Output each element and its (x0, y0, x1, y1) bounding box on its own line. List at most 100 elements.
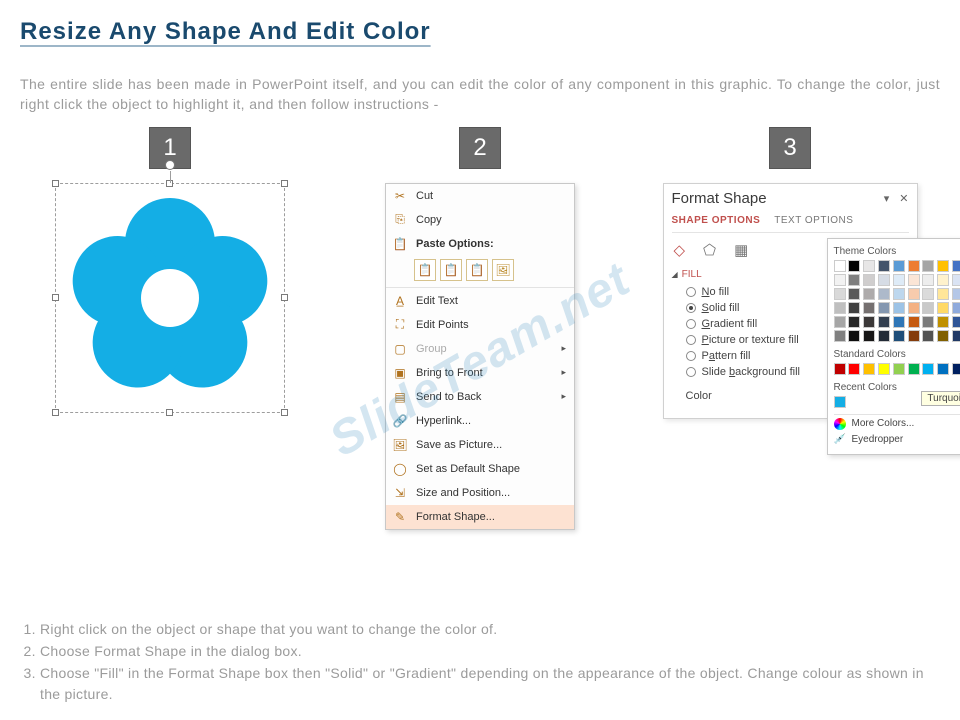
color-swatch[interactable] (893, 274, 905, 286)
fill-line-icon[interactable]: ◇ (674, 241, 686, 259)
color-swatch[interactable] (848, 274, 860, 286)
resize-handle[interactable] (166, 409, 173, 416)
paste-option-icon[interactable]: 📋 (466, 259, 488, 281)
color-swatch[interactable] (937, 316, 949, 328)
color-swatch[interactable] (834, 330, 846, 342)
more-colors[interactable]: More Colors... (834, 416, 960, 432)
color-swatch[interactable] (893, 288, 905, 300)
resize-handle[interactable] (52, 180, 59, 187)
size-props-icon[interactable]: ▦ (734, 241, 748, 259)
color-swatch[interactable] (922, 274, 934, 286)
color-swatch[interactable] (937, 288, 949, 300)
color-swatch[interactable] (952, 302, 960, 314)
resize-handle[interactable] (52, 294, 59, 301)
ctx-edit-text[interactable]: A̲Edit Text (386, 289, 574, 313)
ctx-group[interactable]: ▢Group▸ (386, 337, 574, 361)
selected-shape-box[interactable] (55, 183, 285, 413)
color-swatch[interactable] (863, 330, 875, 342)
ctx-size-position[interactable]: ⇲Size and Position... (386, 481, 574, 505)
ctx-copy[interactable]: ⎘Copy (386, 208, 574, 232)
color-swatch[interactable] (878, 288, 890, 300)
color-swatch[interactable] (952, 330, 960, 342)
color-swatch[interactable] (908, 260, 920, 272)
color-swatch[interactable] (878, 330, 890, 342)
color-swatch[interactable] (922, 330, 934, 342)
color-swatch[interactable] (878, 274, 890, 286)
color-swatch[interactable] (878, 260, 890, 272)
color-swatch[interactable] (834, 260, 846, 272)
color-swatch[interactable] (908, 274, 920, 286)
paste-option-icon[interactable]: 🖼 (492, 259, 514, 281)
color-swatch[interactable] (863, 260, 875, 272)
color-swatch[interactable] (834, 274, 846, 286)
ctx-save-picture[interactable]: 🖼Save as Picture... (386, 433, 574, 457)
color-swatch[interactable] (863, 274, 875, 286)
color-swatch[interactable] (908, 288, 920, 300)
color-swatch[interactable] (834, 302, 846, 314)
color-swatch[interactable] (893, 260, 905, 272)
color-swatch[interactable] (922, 316, 934, 328)
tab-text-options[interactable]: TEXT OPTIONS (774, 215, 853, 226)
color-swatch[interactable] (863, 363, 875, 375)
color-swatch[interactable] (893, 302, 905, 314)
color-swatch[interactable] (952, 260, 960, 272)
color-swatch[interactable] (908, 363, 920, 375)
color-swatch[interactable] (937, 274, 949, 286)
pane-header: Format Shape ▾ ✕ (672, 190, 909, 211)
ctx-format-shape[interactable]: ✎Format Shape... (386, 505, 574, 529)
rotate-handle[interactable] (165, 160, 175, 170)
close-icon[interactable]: ✕ (899, 192, 908, 205)
color-swatch[interactable] (893, 363, 905, 375)
ctx-hyperlink[interactable]: 🔗Hyperlink... (386, 409, 574, 433)
resize-handle[interactable] (281, 409, 288, 416)
color-swatch[interactable] (848, 330, 860, 342)
color-swatch[interactable] (863, 302, 875, 314)
color-swatch[interactable] (952, 363, 960, 375)
color-swatch[interactable] (922, 302, 934, 314)
color-swatch[interactable] (863, 316, 875, 328)
resize-handle[interactable] (281, 294, 288, 301)
color-swatch[interactable] (848, 260, 860, 272)
ctx-cut[interactable]: ✂Cut (386, 184, 574, 208)
color-swatch[interactable] (952, 288, 960, 300)
color-swatch[interactable] (922, 260, 934, 272)
color-swatch[interactable] (908, 302, 920, 314)
eyedropper[interactable]: 💉Eyedropper (834, 432, 960, 448)
color-swatch[interactable] (893, 330, 905, 342)
resize-handle[interactable] (52, 409, 59, 416)
color-swatch[interactable] (834, 316, 846, 328)
color-swatch[interactable] (952, 274, 960, 286)
color-swatch[interactable] (878, 363, 890, 375)
color-swatch[interactable] (937, 260, 949, 272)
color-swatch[interactable] (848, 288, 860, 300)
standard-colors-header: Standard Colors (834, 347, 960, 363)
tab-shape-options[interactable]: SHAPE OPTIONS (672, 215, 761, 226)
ctx-edit-points[interactable]: ⛶Edit Points (386, 313, 574, 337)
effects-icon[interactable]: ⬠ (703, 241, 716, 259)
resize-handle[interactable] (281, 180, 288, 187)
color-swatch[interactable] (834, 363, 846, 375)
color-swatch[interactable] (952, 316, 960, 328)
color-swatch[interactable] (834, 288, 846, 300)
color-swatch[interactable] (878, 316, 890, 328)
color-swatch[interactable] (937, 302, 949, 314)
color-swatch[interactable] (922, 288, 934, 300)
color-swatch[interactable] (937, 330, 949, 342)
color-swatch[interactable] (893, 316, 905, 328)
color-swatch[interactable] (922, 363, 934, 375)
color-swatch[interactable] (848, 302, 860, 314)
paste-option-icon[interactable]: 📋 (414, 259, 436, 281)
color-swatch[interactable] (863, 288, 875, 300)
color-swatch[interactable] (848, 363, 860, 375)
color-swatch[interactable] (908, 330, 920, 342)
color-swatch[interactable] (848, 316, 860, 328)
color-swatch[interactable] (834, 396, 846, 408)
chevron-down-icon[interactable]: ▾ (884, 192, 890, 205)
paste-option-icon[interactable]: 📋 (440, 259, 462, 281)
color-swatch[interactable] (878, 302, 890, 314)
color-swatch[interactable] (908, 316, 920, 328)
ctx-set-default[interactable]: ◯Set as Default Shape (386, 457, 574, 481)
color-swatch[interactable] (937, 363, 949, 375)
ctx-bring-front[interactable]: ▣Bring to Front▸ (386, 361, 574, 385)
ctx-send-back[interactable]: ▤Send to Back▸ (386, 385, 574, 409)
